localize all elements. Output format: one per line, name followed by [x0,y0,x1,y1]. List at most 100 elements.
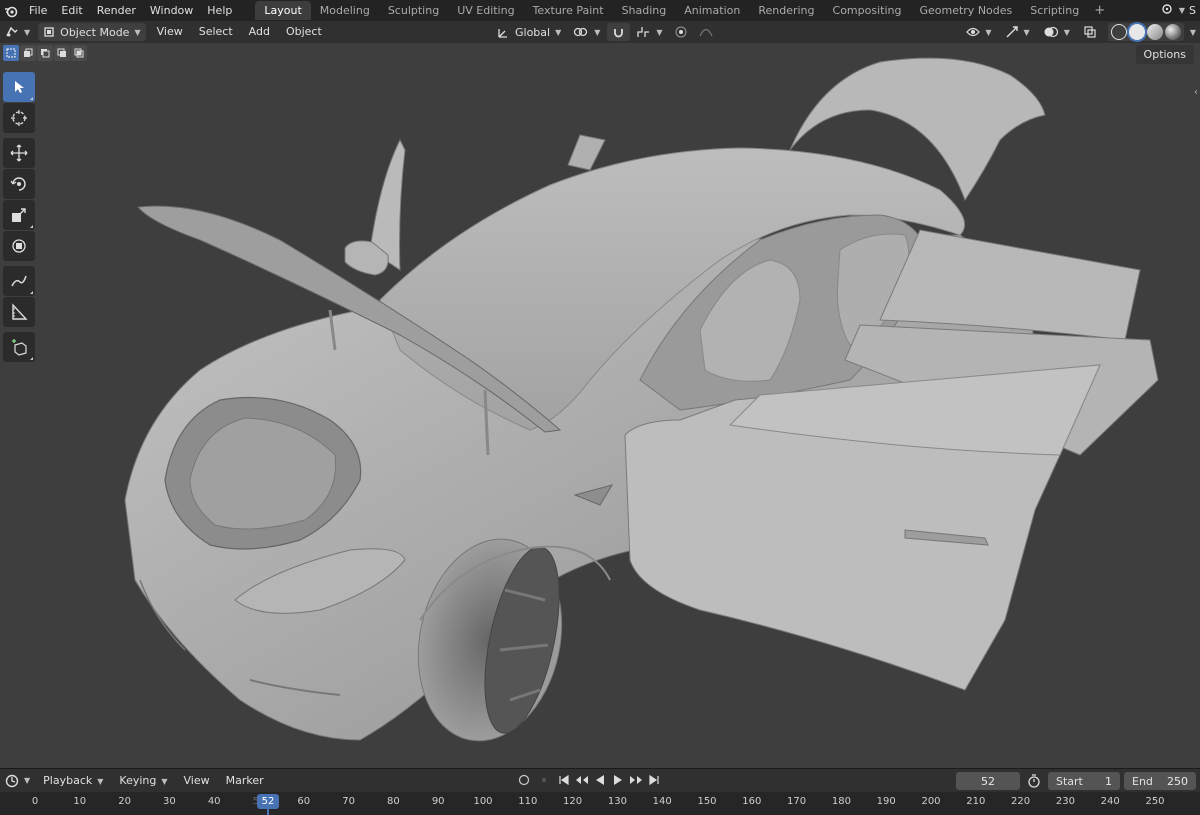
gizmo-button[interactable]: ▼ [1000,23,1035,41]
menu-marker[interactable]: Marker [218,770,272,792]
sidebar-expand-icon[interactable]: ‹ [1194,87,1198,98]
mode-selector[interactable]: Object Mode ▼ [38,23,146,41]
menu-timeline-view[interactable]: View [176,770,218,792]
frame-tick-210: 210 [966,796,986,807]
start-label: Start [1056,774,1083,788]
select-subtract-icon[interactable] [37,45,53,61]
jump-keyframe-forward-icon[interactable] [628,772,644,788]
menu-help[interactable]: Help [200,0,239,21]
auto-keying-icon[interactable] [516,772,532,788]
tab-shading[interactable]: Shading [613,1,676,20]
shading-modes [1107,23,1184,41]
menu-select[interactable]: Select [191,21,241,43]
scene-dropdown-icon[interactable]: ▼ [1179,6,1185,15]
object-mode-icon [44,27,54,37]
select-extend-icon[interactable] [20,45,36,61]
current-frame-field[interactable]: 52 [956,772,1020,790]
visibility-button[interactable]: ▼ [961,23,996,41]
tab-rendering[interactable]: Rendering [749,1,823,20]
menu-keying[interactable]: Keying ▼ [111,770,175,792]
tab-animation[interactable]: Animation [675,1,749,20]
menu-render[interactable]: Render [90,0,143,21]
blender-logo-icon[interactable] [0,0,22,21]
orientation-label: Global [515,25,551,39]
xray-toggle[interactable] [1078,23,1102,41]
tab-modeling[interactable]: Modeling [311,1,379,20]
keying-set-icon[interactable] [534,772,554,788]
timeline-editor-type-button[interactable]: ▼ [0,772,35,790]
add-cube-tool[interactable] [3,332,35,362]
select-intersect-icon[interactable] [71,45,87,61]
frame-tick-240: 240 [1100,796,1120,807]
jump-end-icon[interactable] [646,772,662,788]
end-frame-field[interactable]: End 250 [1124,772,1196,790]
frame-tick-180: 180 [831,796,851,807]
menu-edit[interactable]: Edit [54,0,89,21]
menu-window[interactable]: Window [143,0,200,21]
material-shading-icon[interactable] [1146,24,1163,40]
scale-icon [12,208,26,222]
scene-icon[interactable] [1161,2,1175,19]
add-cube-icon [12,339,27,356]
car-model[interactable] [0,43,1200,768]
scale-tool[interactable] [3,200,35,230]
viewport-display-controls: ▼ ▼ ▼ ▼ [961,23,1196,41]
falloff-icon [699,28,713,37]
menu-playback[interactable]: Playback ▼ [35,770,111,792]
scene-label[interactable]: S [1189,4,1196,17]
snap-target-button[interactable]: ▼ [632,23,667,41]
transform-tool[interactable] [3,231,35,261]
select-invert-icon[interactable] [54,45,70,61]
solid-shading-icon[interactable] [1128,24,1145,40]
jump-start-icon[interactable] [556,772,572,788]
play-icon[interactable] [610,772,626,788]
annotate-tool[interactable] [3,266,35,296]
wireframe-shading-icon[interactable] [1110,24,1127,40]
tab-uv-editing[interactable]: UV Editing [448,1,523,20]
select-new-icon[interactable] [3,45,19,61]
tab-scripting[interactable]: Scripting [1021,1,1088,20]
current-frame-value: 52 [981,774,995,788]
menu-object[interactable]: Object [278,21,330,43]
transform-icon [12,239,26,253]
menu-view[interactable]: View [149,21,191,43]
timeline-ruler[interactable]: 0102030405060708090100110120130140150160… [0,792,1200,815]
menu-file[interactable]: File [22,0,54,21]
pivot-point-button[interactable]: ▼ [568,23,605,41]
rotate-tool[interactable] [3,169,35,199]
rendered-shading-icon[interactable] [1164,24,1181,40]
tab-compositing[interactable]: Compositing [824,1,911,20]
play-reverse-icon[interactable] [592,772,608,788]
shading-dropdown-icon[interactable]: ▼ [1190,28,1196,37]
tab-geometry-nodes[interactable]: Geometry Nodes [910,1,1021,20]
start-frame-field[interactable]: Start 1 [1048,772,1120,790]
playhead-frame-indicator[interactable]: 52 [256,794,279,809]
rotate-icon [10,177,26,191]
add-workspace-button[interactable]: + [1088,3,1111,18]
orientation-selector[interactable]: Global ▼ [492,23,566,41]
tab-texture-paint[interactable]: Texture Paint [524,1,613,20]
snap-toggle[interactable] [607,23,631,41]
jump-keyframe-back-icon[interactable] [574,772,590,788]
playhead-line [266,809,269,815]
frame-tick-0: 0 [31,796,39,807]
move-tool[interactable] [3,138,35,168]
editor-type-icon [6,26,18,37]
3d-viewport[interactable]: Options ‹ [0,43,1200,768]
stopwatch-icon[interactable] [1024,773,1044,789]
proportional-edit-toggle[interactable] [670,23,692,41]
tab-sculpting[interactable]: Sculpting [379,1,448,20]
falloff-button[interactable] [694,23,718,41]
options-dropdown[interactable]: Options [1135,45,1194,64]
editor-type-button[interactable]: ▼ [0,23,35,41]
cursor-tool[interactable] [3,103,35,133]
mode-label: Object Mode [60,25,130,39]
tab-layout[interactable]: Layout [255,1,311,20]
menu-add[interactable]: Add [241,21,278,43]
frame-tick-70: 70 [342,796,355,807]
select-box-tool[interactable] [3,72,35,102]
measure-tool[interactable] [3,297,35,327]
overlays-button[interactable]: ▼ [1038,23,1075,41]
chevron-down-icon: ▼ [24,776,31,785]
frame-tick-250: 250 [1145,796,1165,807]
